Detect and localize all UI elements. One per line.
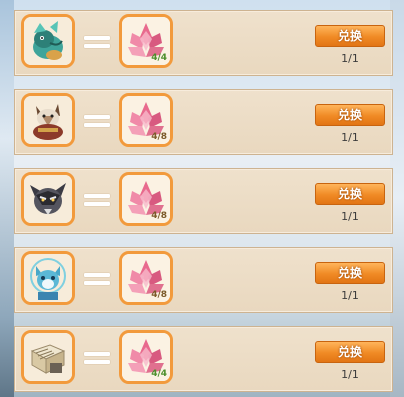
exchange-button[interactable]: 兑换: [315, 104, 385, 126]
exchange-ratio: 1/1: [341, 52, 359, 65]
exchange-button[interactable]: 兑换: [315, 341, 385, 363]
exchange-button[interactable]: 兑换: [315, 25, 385, 47]
exchange-button[interactable]: 兑换: [315, 183, 385, 205]
exchange-ratio: 1/1: [341, 131, 359, 144]
scroll-book-icon: [24, 333, 72, 381]
equals-sign: [84, 114, 110, 128]
exchange-ratio: 1/1: [341, 210, 359, 223]
exchange-ratio: 1/1: [341, 368, 359, 381]
exchange-row: 4/8 兑换 1/1: [14, 247, 393, 313]
item-slot[interactable]: 4/8: [119, 172, 173, 226]
equals-sign: [84, 351, 110, 365]
blue-fox-pet-icon: [24, 254, 72, 302]
equals-sign: [84, 35, 110, 49]
pet-slot[interactable]: [21, 251, 75, 305]
item-count: 4/4: [151, 53, 167, 63]
exchange-ratio: 1/1: [341, 289, 359, 302]
item-count: 4/4: [151, 369, 167, 379]
pet-slot[interactable]: [21, 93, 75, 147]
item-slot[interactable]: 4/4: [119, 14, 173, 68]
armored-wolf-pet-icon: [24, 96, 72, 144]
exchange-row: 4/8 兑换 1/1: [14, 168, 393, 234]
equals-sign: [84, 272, 110, 286]
item-slot[interactable]: 4/8: [119, 251, 173, 305]
item-count: 4/8: [151, 290, 167, 300]
teal-dragon-pet-icon: [24, 17, 72, 65]
pet-slot[interactable]: [21, 14, 75, 68]
exchange-button[interactable]: 兑换: [315, 262, 385, 284]
background-left-mountain: [0, 0, 14, 397]
exchange-row: 4/4 兑换 1/1: [14, 10, 393, 76]
item-count: 4/8: [151, 211, 167, 221]
dark-wolf-pet-icon: [24, 175, 72, 223]
equals-sign: [84, 193, 110, 207]
item-slot[interactable]: 4/8: [119, 93, 173, 147]
exchange-row: 4/4 兑换 1/1: [14, 326, 393, 392]
pet-slot[interactable]: [21, 172, 75, 226]
pet-slot[interactable]: [21, 330, 75, 384]
item-count: 4/8: [151, 132, 167, 142]
item-slot[interactable]: 4/4: [119, 330, 173, 384]
exchange-row: 4/8 兑换 1/1: [14, 89, 393, 155]
